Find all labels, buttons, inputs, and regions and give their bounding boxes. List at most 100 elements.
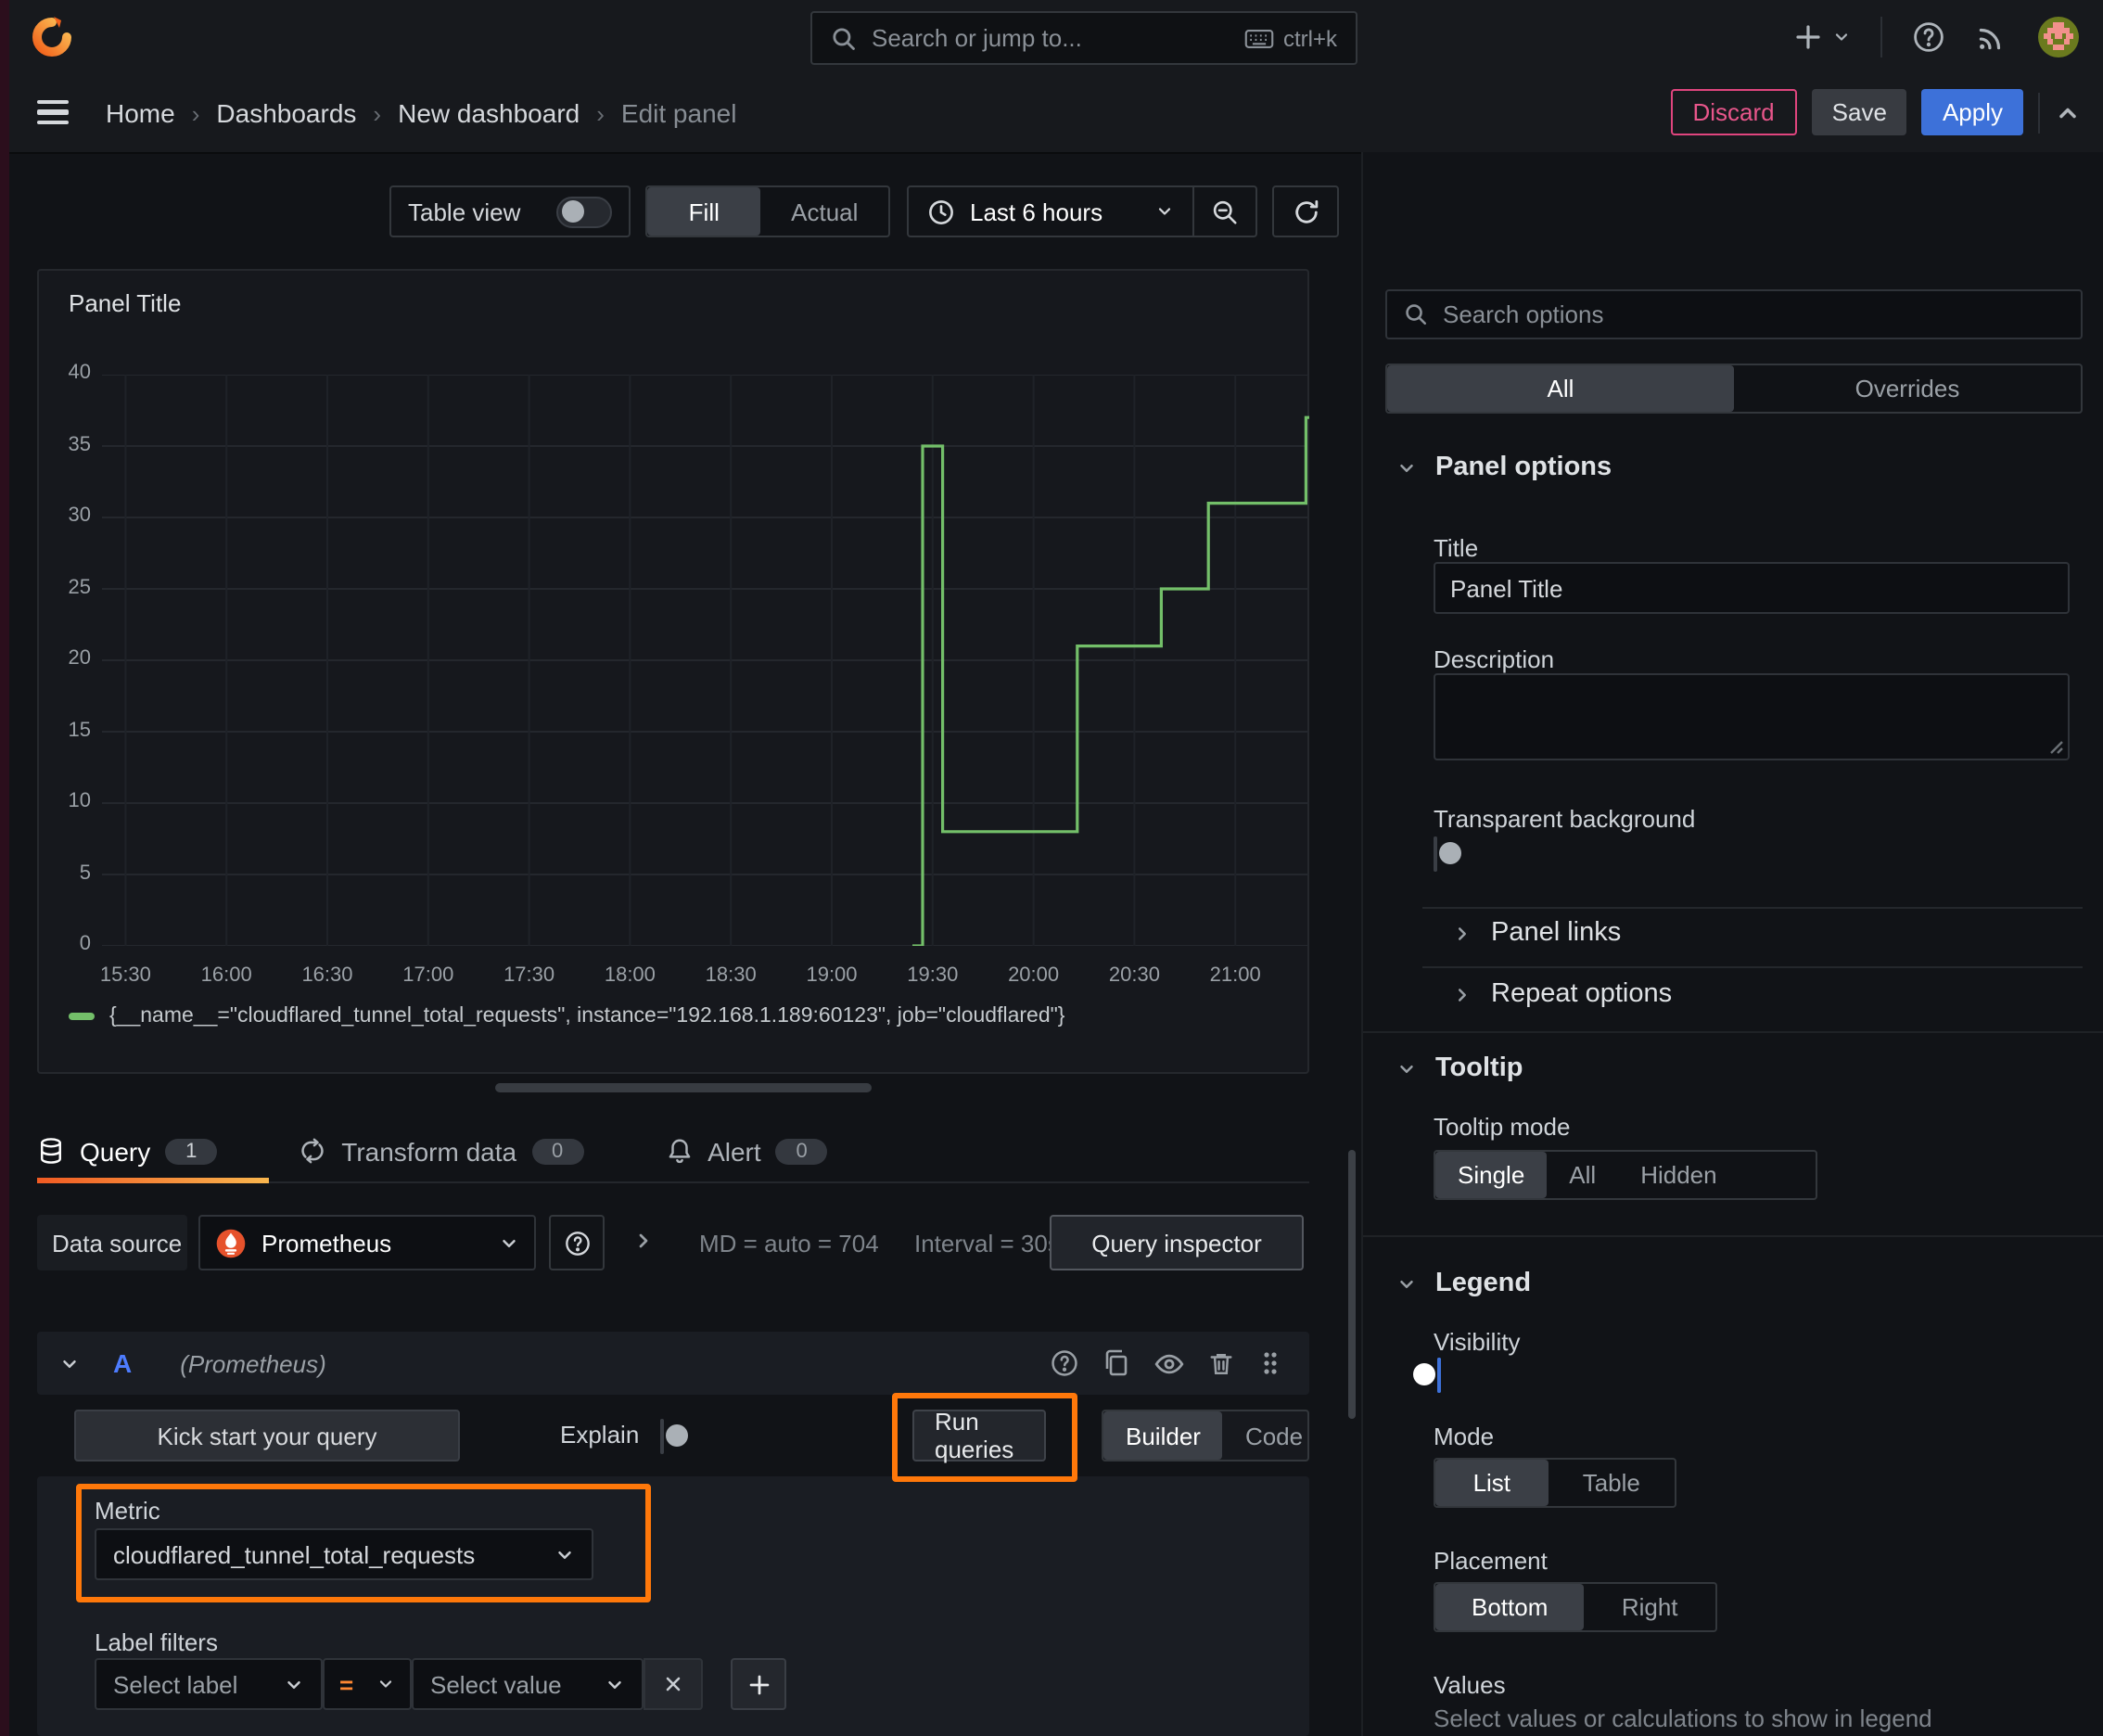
new-menu-button[interactable]	[1793, 22, 1851, 52]
options-search-input[interactable]: Search options	[1385, 289, 2083, 339]
x-axis-tick: 15:30	[99, 964, 151, 987]
max-data-points-stat: MD = auto = 704	[699, 1229, 879, 1257]
search-placeholder: Search or jump to...	[872, 24, 1082, 52]
collapse-query-chevron[interactable]	[59, 1353, 80, 1373]
query-row-header[interactable]: A (Prometheus)	[37, 1332, 1309, 1395]
table-view-toggle[interactable]	[556, 196, 612, 227]
save-button[interactable]: Save	[1811, 89, 1907, 135]
discard-button[interactable]: Discard	[1670, 89, 1797, 135]
main-vertical-scrollbar[interactable]	[1348, 1150, 1356, 1419]
horizontal-scrollbar[interactable]	[495, 1083, 872, 1092]
prometheus-icon	[216, 1228, 246, 1257]
interval-stat: Interval = 30s	[914, 1229, 1060, 1257]
avatar[interactable]	[2036, 15, 2081, 59]
query-inspector-button[interactable]: Query inspector	[1050, 1215, 1304, 1270]
fill-option[interactable]: Fill	[647, 187, 761, 236]
legend-mode-segmented: List Table	[1434, 1458, 1676, 1508]
apply-button[interactable]: Apply	[1921, 89, 2023, 135]
time-range-group: Last 6 hours	[907, 185, 1257, 237]
duplicate-query-icon[interactable]	[1102, 1348, 1131, 1378]
legend-visibility-toggle[interactable]	[1413, 1358, 1441, 1393]
plot-area[interactable]	[102, 374, 1309, 948]
tooltip-mode-single[interactable]: Single	[1435, 1152, 1548, 1198]
options-panel: Search options All Overrides Panel optio…	[1361, 152, 2103, 1736]
run-queries-button[interactable]: Run queries	[912, 1408, 1046, 1463]
legend-mode-table[interactable]: Table	[1549, 1460, 1675, 1506]
explain-toggle[interactable]	[660, 1419, 688, 1454]
chevron-down-icon	[1400, 464, 1413, 471]
tooltip-mode-hidden[interactable]: Hidden	[1618, 1152, 1739, 1198]
nav-divider	[1880, 17, 1882, 57]
global-search-input[interactable]: Search or jump to... ctrl+k	[810, 11, 1357, 65]
news-button[interactable]	[1975, 21, 2007, 53]
tab-all[interactable]: All	[1387, 365, 1734, 412]
grafana-logo[interactable]	[26, 11, 78, 63]
select-value-dropdown[interactable]: Select value	[412, 1658, 644, 1710]
kick-start-query-button[interactable]: Kick start your query	[74, 1410, 460, 1462]
builder-option[interactable]: Builder	[1103, 1411, 1223, 1460]
legend-heading: Legend	[1435, 1269, 1532, 1298]
query-datasource-hint: (Prometheus)	[180, 1349, 326, 1377]
x-axis-tick: 16:30	[301, 964, 353, 987]
actual-option[interactable]: Actual	[761, 187, 888, 236]
y-axis-tick: 5	[79, 862, 91, 884]
time-range-picker[interactable]: Last 6 hours	[909, 198, 1192, 225]
menu-toggle-button[interactable]	[37, 100, 69, 124]
legend-mode-list[interactable]: List	[1435, 1460, 1549, 1506]
explain-label: Explain	[560, 1421, 640, 1449]
expand-stats-chevron[interactable]	[632, 1230, 655, 1252]
transparent-bg-toggle[interactable]	[1434, 836, 1461, 872]
delete-query-icon[interactable]	[1207, 1349, 1235, 1377]
title-label: Title	[1434, 534, 1479, 562]
query-ref-id[interactable]: A	[113, 1348, 132, 1378]
hide-query-icon[interactable]	[1153, 1347, 1185, 1379]
datasource-help-button[interactable]	[549, 1215, 605, 1270]
panel-title-input[interactable]	[1434, 562, 2070, 614]
series-line	[912, 415, 1309, 948]
refresh-button[interactable]	[1272, 185, 1339, 237]
metric-select[interactable]: cloudflared_tunnel_total_requests	[95, 1528, 593, 1580]
add-filter-button[interactable]	[731, 1658, 786, 1710]
plus-icon	[1796, 25, 1820, 49]
description-textarea[interactable]	[1434, 673, 2070, 760]
query-help-icon[interactable]	[1050, 1348, 1079, 1378]
legend-label[interactable]: {__name__="cloudflared_tunnel_total_requ…	[109, 1005, 1064, 1028]
section-divider	[1363, 1031, 2103, 1033]
remove-filter-button[interactable]	[644, 1658, 703, 1710]
tab-alert[interactable]: Alert 0	[665, 1120, 828, 1181]
resize-handle-icon[interactable]	[2046, 736, 2064, 755]
tab-transform[interactable]: Transform data 0	[299, 1120, 584, 1181]
breadcrumb-home[interactable]: Home	[106, 98, 175, 128]
series-legend[interactable]: {__name__="cloudflared_tunnel_total_requ…	[69, 1005, 1064, 1028]
chevron-down-icon	[1400, 1065, 1413, 1072]
drag-handle-icon[interactable]	[1257, 1348, 1283, 1378]
collapse-options-button[interactable]	[2055, 99, 2081, 125]
description-label: Description	[1434, 645, 1555, 673]
help-button[interactable]	[1912, 20, 1945, 54]
time-range-label: Last 6 hours	[970, 198, 1103, 225]
select-label-dropdown[interactable]: Select label	[95, 1658, 323, 1710]
all-overrides-segmented: All Overrides	[1385, 364, 2083, 414]
tab-overrides[interactable]: Overrides	[1734, 365, 2081, 412]
tooltip-mode-all[interactable]: All	[1547, 1152, 1618, 1198]
panel-title[interactable]: Panel Title	[69, 289, 181, 317]
zoom-out-button[interactable]	[1194, 198, 1255, 225]
chevron-right-icon	[1459, 988, 1466, 1001]
search-icon	[831, 25, 857, 51]
legend-placement-right[interactable]: Right	[1584, 1584, 1715, 1630]
code-option[interactable]: Code	[1223, 1411, 1325, 1460]
datasource-picker[interactable]: Prometheus	[198, 1215, 536, 1270]
panel-links-section[interactable]: Panel links	[1452, 918, 1621, 948]
breadcrumb-new-dashboard[interactable]: New dashboard	[398, 98, 580, 128]
operator-dropdown[interactable]: =	[323, 1658, 412, 1710]
breadcrumb: Home › Dashboards › New dashboard › Edit…	[106, 74, 736, 152]
legend-header[interactable]: Legend	[1396, 1269, 1531, 1298]
breadcrumb-dashboards[interactable]: Dashboards	[216, 98, 356, 128]
panel-links-label: Panel links	[1491, 918, 1622, 948]
repeat-options-section[interactable]: Repeat options	[1452, 979, 1672, 1009]
panel-options-header[interactable]: Panel options	[1396, 453, 1612, 482]
tab-query[interactable]: Query 1	[37, 1120, 269, 1183]
tooltip-header[interactable]: Tooltip	[1396, 1053, 1523, 1083]
chevron-right-icon: ›	[373, 99, 382, 127]
legend-placement-bottom[interactable]: Bottom	[1435, 1584, 1585, 1630]
